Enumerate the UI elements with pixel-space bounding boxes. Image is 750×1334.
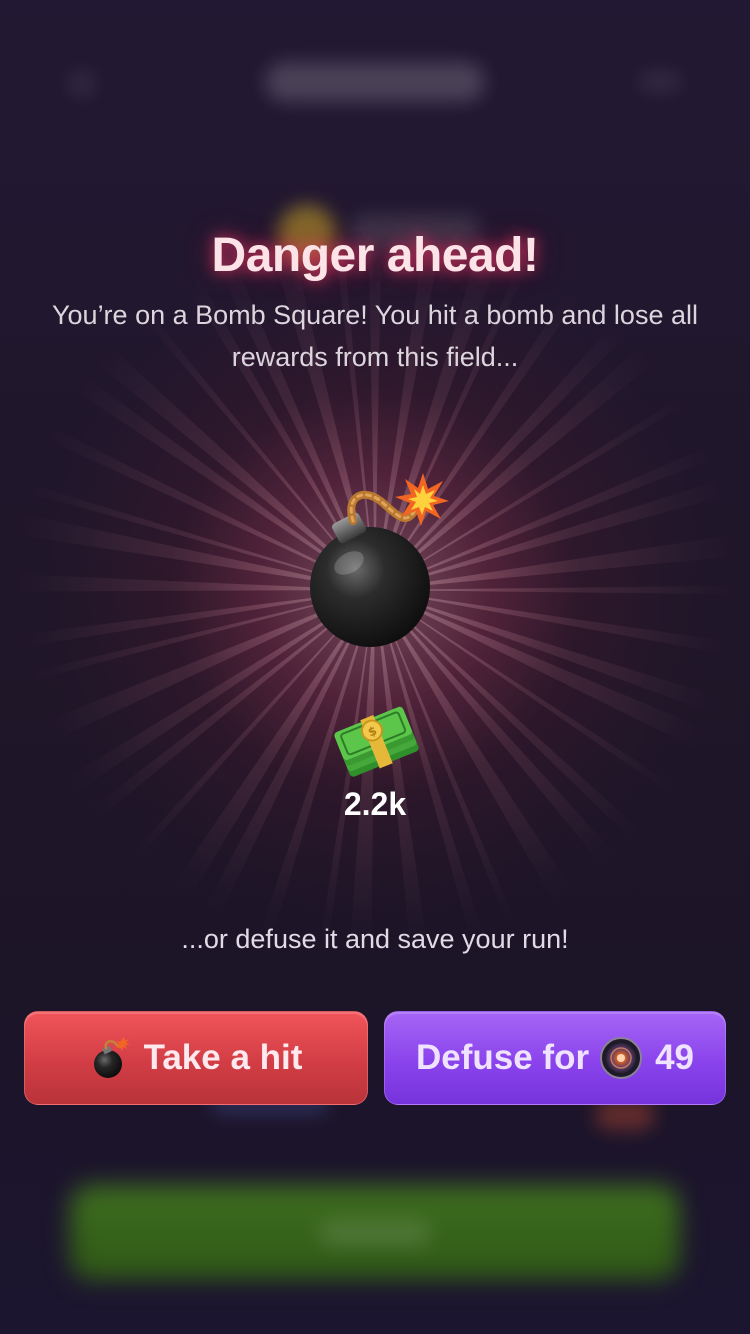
defuse-button[interactable]: Defuse for 49 — [384, 1011, 726, 1105]
defuse-hint: ...or defuse it and save your run! — [181, 924, 569, 954]
take-hit-label: Take a hit — [143, 1038, 303, 1077]
bomb-icon — [93, 1037, 130, 1078]
money-stack-icon: $ — [334, 706, 419, 777]
background-title — [265, 62, 485, 102]
coin-icon — [600, 1037, 643, 1079]
defuse-label: Defuse for — [415, 1038, 590, 1077]
light-rays — [15, 230, 735, 950]
reward-amount: 2.2k — [343, 786, 407, 822]
modal-message: You’re on a Bomb Square! You hit a bomb … — [52, 300, 698, 372]
background-menu — [640, 72, 680, 92]
bomb-icon — [310, 473, 449, 647]
modal-title: Danger ahead! — [211, 229, 539, 282]
take-hit-button[interactable]: Take a hit — [24, 1011, 368, 1105]
defuse-cost: 49 — [655, 1038, 695, 1077]
background-play-label — [320, 1220, 430, 1246]
bomb-square-screen: Danger ahead! You’re on a Bomb Square! Y… — [0, 0, 750, 1334]
background-back-button — [70, 72, 94, 96]
